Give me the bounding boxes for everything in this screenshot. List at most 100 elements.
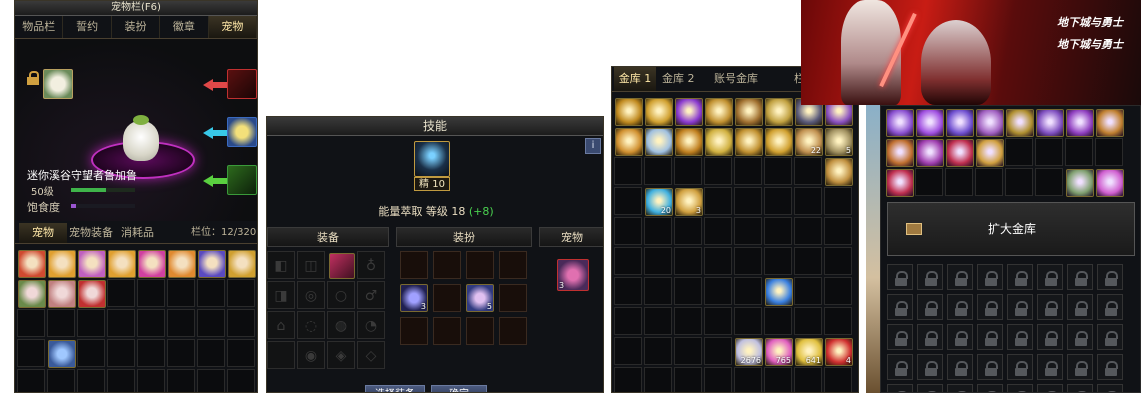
account-vault-item-icon[interactable] [916,139,944,167]
vault-slot[interactable] [644,367,672,392]
inventory-slot[interactable] [227,369,255,392]
vault-slot[interactable] [704,157,732,185]
costume-slot[interactable] [466,251,494,279]
vault-slot[interactable] [734,247,762,275]
vault-item-icon[interactable] [765,98,793,126]
tab-vault-2[interactable]: 金库 2 [662,67,695,91]
equip-slot[interactable]: ◈ [327,341,355,369]
costume-slot[interactable] [433,317,461,345]
account-vault-slot[interactable] [975,168,1003,196]
costume-slot[interactable] [400,317,428,345]
tab-pet[interactable]: 宠物 [208,16,257,38]
vault-slot[interactable] [824,367,852,392]
skill-icon[interactable] [414,141,450,177]
vault-item-icon[interactable] [825,158,853,186]
account-vault-item-icon[interactable] [1096,169,1124,197]
sub-tab-pet-equipment[interactable]: 宠物装备 [69,223,113,243]
costume-item-icon[interactable]: 3 [400,284,428,312]
inventory-slot[interactable] [137,369,165,392]
account-vault-item-icon[interactable] [1036,109,1064,137]
equip-slot[interactable]: ○ [327,281,355,309]
costume-slot[interactable] [466,317,494,345]
equip-slot[interactable]: ◉ [297,341,325,369]
vault-item-icon[interactable]: 5 [825,128,853,156]
vault-item-icon[interactable] [765,278,793,306]
vault-slot[interactable] [644,217,672,245]
inventory-slot[interactable] [197,279,225,307]
vault-item-icon[interactable]: 22 [795,128,823,156]
vault-item-icon[interactable]: 20 [645,188,673,216]
pet-item-icon[interactable] [198,250,226,278]
expand-vault-button[interactable]: 扩大金库 [888,203,1136,255]
vault-slot[interactable] [614,217,642,245]
inventory-slot[interactable] [107,309,135,337]
inventory-slot[interactable] [107,339,135,367]
equip-slot[interactable]: ◧ [267,251,295,279]
vault-slot[interactable] [764,247,792,275]
vault-slot[interactable] [794,187,822,215]
skill-slot-green-icon[interactable] [227,165,257,195]
vault-slot[interactable] [734,187,762,215]
inventory-slot[interactable] [167,339,195,367]
inventory-slot[interactable] [107,279,135,307]
tab-vault-1[interactable]: 金库 1 [614,67,656,91]
vault-item-icon[interactable] [615,128,643,156]
vault-slot[interactable] [824,307,852,335]
vault-slot[interactable] [794,157,822,185]
inventory-slot[interactable] [47,309,75,337]
pet-item-icon[interactable] [48,340,76,368]
vault-item-icon[interactable] [705,128,733,156]
vault-slot[interactable] [704,367,732,392]
inventory-slot[interactable] [197,309,225,337]
equip-slot[interactable] [267,341,295,369]
select-equipment-button[interactable]: 选择装备 [365,385,425,392]
pet-item-icon[interactable] [48,250,76,278]
vault-item-icon[interactable]: 4 [825,338,853,366]
vault-slot[interactable] [794,307,822,335]
costume-slot[interactable] [400,251,428,279]
pet-item-icon[interactable] [48,280,76,308]
inventory-slot[interactable] [77,339,105,367]
account-vault-item-icon[interactable] [886,109,914,137]
vault-slot[interactable] [794,247,822,275]
account-vault-item-icon[interactable] [976,109,1004,137]
equip-slot[interactable]: ◇ [357,341,385,369]
pet-item-icon[interactable] [18,250,46,278]
vault-slot[interactable] [644,277,672,305]
pet-item-icon[interactable] [78,250,106,278]
sub-tab-pet[interactable]: 宠物 [19,223,67,243]
costume-slot[interactable] [499,251,527,279]
vault-slot[interactable] [824,277,852,305]
skill-slot-blue-icon[interactable] [227,117,257,147]
tab-oath[interactable]: 誓约 [63,16,112,38]
equip-item-icon[interactable] [329,253,355,279]
vault-slot[interactable] [614,247,642,275]
pet-item-icon[interactable] [18,280,46,308]
equip-slot[interactable]: ◌ [297,311,325,339]
inventory-slot[interactable] [197,369,225,392]
vault-item-icon[interactable] [645,128,673,156]
equip-slot[interactable]: ◔ [357,311,385,339]
costume-item-icon[interactable]: 5 [466,284,494,312]
vault-item-icon[interactable]: 3 [675,188,703,216]
vault-slot[interactable] [824,247,852,275]
vault-slot[interactable] [644,337,672,365]
vault-slot[interactable] [764,217,792,245]
vault-slot[interactable] [704,307,732,335]
vault-slot[interactable] [734,217,762,245]
equip-slot[interactable]: ⌂ [267,311,295,339]
vault-slot[interactable] [614,187,642,215]
vault-slot[interactable] [734,157,762,185]
inventory-slot[interactable] [167,309,195,337]
vault-slot[interactable] [674,217,702,245]
vault-slot[interactable] [674,157,702,185]
account-vault-slot[interactable] [1095,138,1123,166]
pet-item-icon[interactable] [78,280,106,308]
inventory-slot[interactable] [17,309,45,337]
vault-slot[interactable] [674,307,702,335]
vault-slot[interactable] [674,247,702,275]
inventory-slot[interactable] [107,369,135,392]
vault-slot[interactable] [764,187,792,215]
account-vault-item-icon[interactable] [1066,109,1094,137]
pet-item-icon[interactable] [228,250,256,278]
